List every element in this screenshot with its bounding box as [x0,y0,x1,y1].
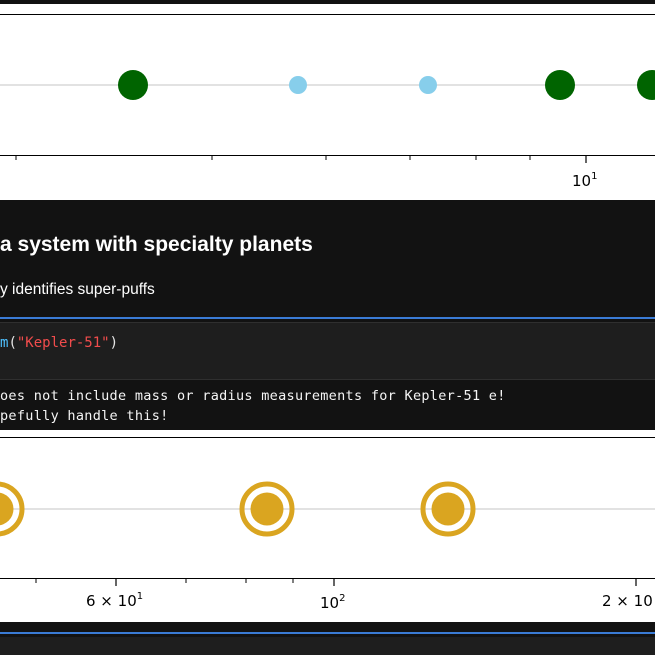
plot-bottom-canvas [0,481,655,537]
cell-separator [0,317,655,319]
output-line-2: pefully handle this! [0,408,169,424]
plot-top-tick-label: 101 [572,171,597,190]
plot-top-canvas [0,70,655,100]
window-top-edge [0,0,655,4]
code-string-arg: "Kepler-51" [16,335,110,351]
code-line: m("Kepler-51") [0,335,118,351]
plot-bottom-tick-label: 6 × 101 [86,591,143,610]
plot-top [0,14,655,156]
cell-separator-bottom [0,632,655,634]
output-line-1: oes not include mass or radius measureme… [0,388,506,404]
code-cell-bottom[interactable] [0,637,655,655]
planet-point [118,70,148,100]
code-close-paren: ) [109,335,119,351]
plot-bottom [0,437,655,579]
planet-point [289,76,307,94]
code-open-paren: ( [8,335,17,351]
planet-point [419,76,437,94]
markdown-heading: a system with specialty planets [0,233,313,256]
plot-bottom-tick-label: 102 [320,593,345,612]
code-cell[interactable]: m("Kepler-51") [0,322,655,380]
plot-bottom-tick-label: 2 × 10 [602,592,653,610]
plot-top-xaxis: 101 [15,156,597,190]
planet-point [545,70,575,100]
notebook-panel: a system with specialty planets y identi… [0,200,655,430]
plot-bottom-xaxis: 6 × 101 102 2 × 10 [35,579,653,612]
planet-point [637,70,655,100]
markdown-text: y identifies super-puffs [0,281,155,298]
